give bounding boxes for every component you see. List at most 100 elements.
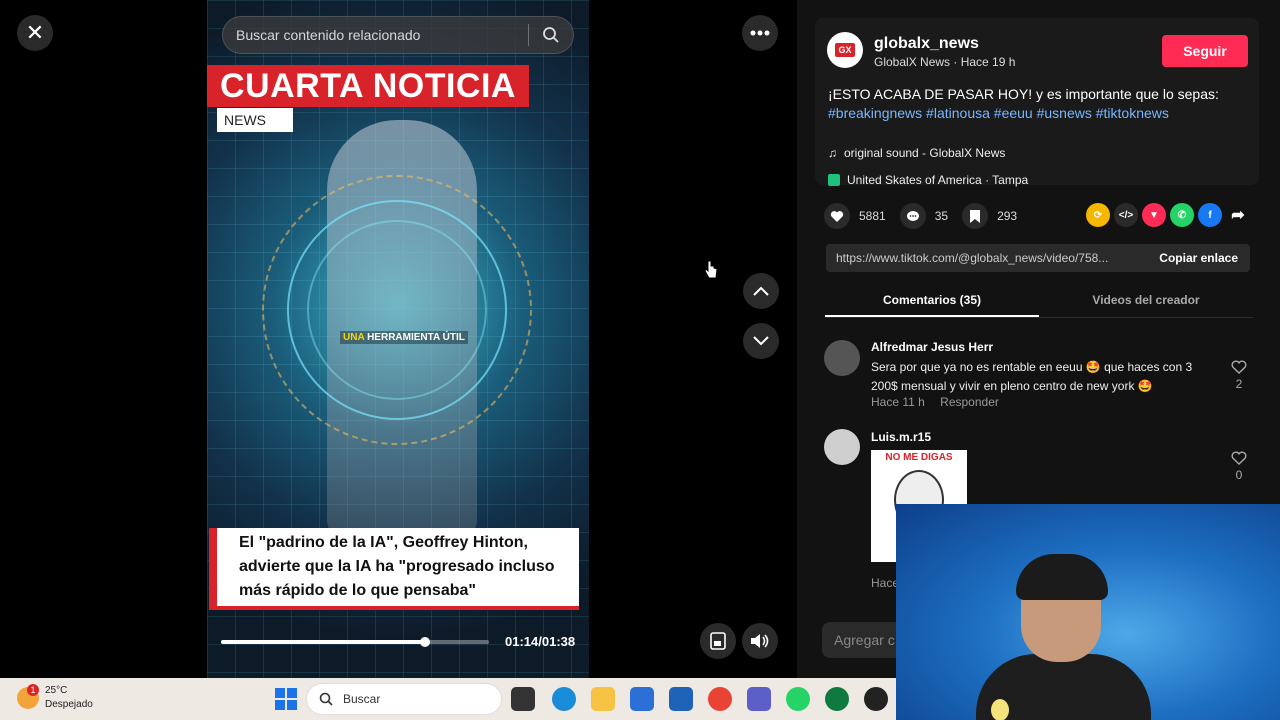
post-description: ¡ESTO ACABA DE PASAR HOY! y es important… (828, 85, 1248, 123)
close-button[interactable]: ✕ (17, 15, 53, 51)
more-icon (750, 30, 770, 36)
obs-icon[interactable] (864, 687, 888, 711)
comment-meta: Hace 11 h Responder (871, 395, 1011, 409)
comment-count: 35 (934, 209, 949, 223)
speaker-icon (751, 634, 769, 648)
copy-link-button[interactable]: Copiar enlace (1147, 251, 1250, 265)
weather-text: 25°C Despejado (45, 684, 93, 712)
post-hashtags[interactable]: #breakingnews #latinousa #eeuu #usnews #… (828, 105, 1169, 121)
caption-bar (209, 606, 579, 610)
commenter-avatar[interactable] (824, 429, 860, 465)
mail-icon[interactable] (669, 687, 693, 711)
comment-time: Hace (871, 576, 900, 590)
chevron-down-icon (753, 336, 769, 346)
file-explorer-icon[interactable] (591, 687, 615, 711)
location-name: United Skates of America · Tampa (847, 173, 1029, 187)
comment-text: Sera por que ya no es rentable en eeuu 🤩… (871, 360, 1193, 393)
related-search-bar[interactable]: Buscar contenido relacionado (222, 16, 574, 54)
hand-cursor-icon (704, 260, 718, 285)
news-headline: CUARTA NOTICIA (207, 65, 529, 107)
heart-outline-icon (1231, 451, 1247, 465)
tab-comments[interactable]: Comentarios (35) (825, 290, 1039, 317)
news-tag: NEWS (217, 108, 293, 132)
repost-icon[interactable]: ⟳ (1086, 203, 1110, 227)
comment-stat[interactable]: 35 (899, 203, 949, 229)
follow-button[interactable]: Seguir (1162, 35, 1248, 67)
comment-icon (899, 203, 926, 229)
heart-outline-icon (1231, 360, 1247, 374)
chrome-icon[interactable] (708, 687, 732, 711)
playback-time: 01:14/01:38 (505, 634, 576, 649)
notification-badge: 1 (27, 684, 39, 696)
store-icon[interactable] (630, 687, 654, 711)
comment-like-count: 0 (1235, 468, 1243, 482)
progress-bar[interactable] (221, 637, 489, 647)
weather-widget[interactable]: 1 25°C Despejado (17, 684, 93, 712)
music-note-icon: ♫ (828, 146, 837, 160)
comment-like-count: 2 (1235, 377, 1243, 391)
share-link-box: https://www.tiktok.com/@globalx_news/vid… (826, 244, 1250, 272)
upwork-icon[interactable] (825, 687, 849, 711)
embed-icon[interactable]: </> (1114, 203, 1138, 227)
location-link[interactable]: United Skates of America · Tampa (828, 173, 1028, 187)
overlay-text: UNA HERRAMIENTA ÚTIL (340, 331, 468, 344)
like-count: 5881 (859, 209, 886, 223)
comment-like-button[interactable]: 2 (1229, 360, 1249, 391)
sound-link[interactable]: ♫ original sound - GlobalX News (828, 146, 1005, 160)
comment-item: Alfredmar Jesus Herr Sera por que ya no … (824, 340, 1254, 415)
like-stat[interactable]: 5881 (824, 203, 886, 229)
previous-video-button[interactable] (743, 273, 779, 309)
weather-sun-icon: 1 (17, 684, 39, 709)
pip-button[interactable] (700, 623, 736, 659)
creator-username[interactable]: globalx_news (874, 35, 979, 53)
commenter-name[interactable]: Alfredmar Jesus Herr (871, 340, 993, 354)
webcam-overlay (896, 504, 1280, 720)
facebook-icon[interactable]: f (1198, 203, 1222, 227)
search-icon (319, 692, 333, 706)
commenter-name[interactable]: Luis.m.r15 (871, 430, 931, 444)
tab-creator-videos[interactable]: Videos del creador (1039, 290, 1253, 317)
volume-button[interactable] (742, 623, 778, 659)
share-buttons: ⟳ </> ▼ ✆ f ➦ (1086, 203, 1250, 227)
share-arrow-icon[interactable]: ➦ (1226, 203, 1250, 227)
whatsapp-app-icon[interactable] (786, 687, 810, 711)
taskbar-search-label: Buscar (343, 692, 381, 706)
share-url[interactable]: https://www.tiktok.com/@globalx_news/vid… (826, 251, 1147, 265)
comment-like-button[interactable]: 0 (1229, 451, 1249, 482)
whatsapp-icon[interactable]: ✆ (1170, 203, 1194, 227)
save-count: 293 (997, 209, 1018, 223)
person-hair (1016, 554, 1108, 600)
taskbar-search[interactable]: Buscar (306, 683, 502, 715)
bookmark-icon (962, 203, 989, 229)
search-input[interactable]: Buscar contenido relacionado (223, 27, 528, 43)
windows-taskbar: 1 25°C Despejado Buscar (0, 678, 896, 720)
location-icon (828, 174, 840, 186)
task-view-icon[interactable] (511, 687, 535, 711)
search-icon[interactable] (529, 26, 573, 44)
video-player[interactable]: Buscar contenido relacionado CUARTA NOTI… (207, 0, 589, 678)
commenter-avatar[interactable] (824, 340, 860, 376)
heart-icon (824, 203, 850, 229)
teams-icon[interactable] (747, 687, 771, 711)
weather-temp: 25°C (45, 685, 68, 696)
pip-icon (710, 632, 726, 650)
video-stage: ✕ Buscar contenido relacionado CUARTA NO… (0, 0, 797, 678)
more-options-button[interactable] (742, 15, 778, 51)
post-info-card: GX globalx_news GlobalX News · Hace 19 h… (815, 18, 1259, 187)
creator-avatar[interactable]: GX (827, 32, 863, 68)
next-video-button[interactable] (743, 323, 779, 359)
chevron-up-icon (753, 286, 769, 296)
gx-logo-icon: GX (835, 43, 855, 57)
weather-condition: Despejado (45, 699, 93, 710)
overlay-highlight: UNA (343, 332, 365, 343)
video-caption: El "padrino de la IA", Geoffrey Hinton, … (209, 528, 579, 610)
progress-fill (221, 640, 425, 644)
send-icon[interactable]: ▼ (1142, 203, 1166, 227)
hologram-inner-ring (307, 220, 487, 400)
reply-button[interactable]: Responder (940, 395, 999, 409)
edge-icon[interactable] (552, 687, 576, 711)
sticker-text: NO ME DIGAS (885, 452, 953, 463)
save-stat[interactable]: 293 (962, 203, 1017, 229)
progress-knob[interactable] (419, 637, 430, 647)
windows-start-icon[interactable] (275, 688, 297, 710)
